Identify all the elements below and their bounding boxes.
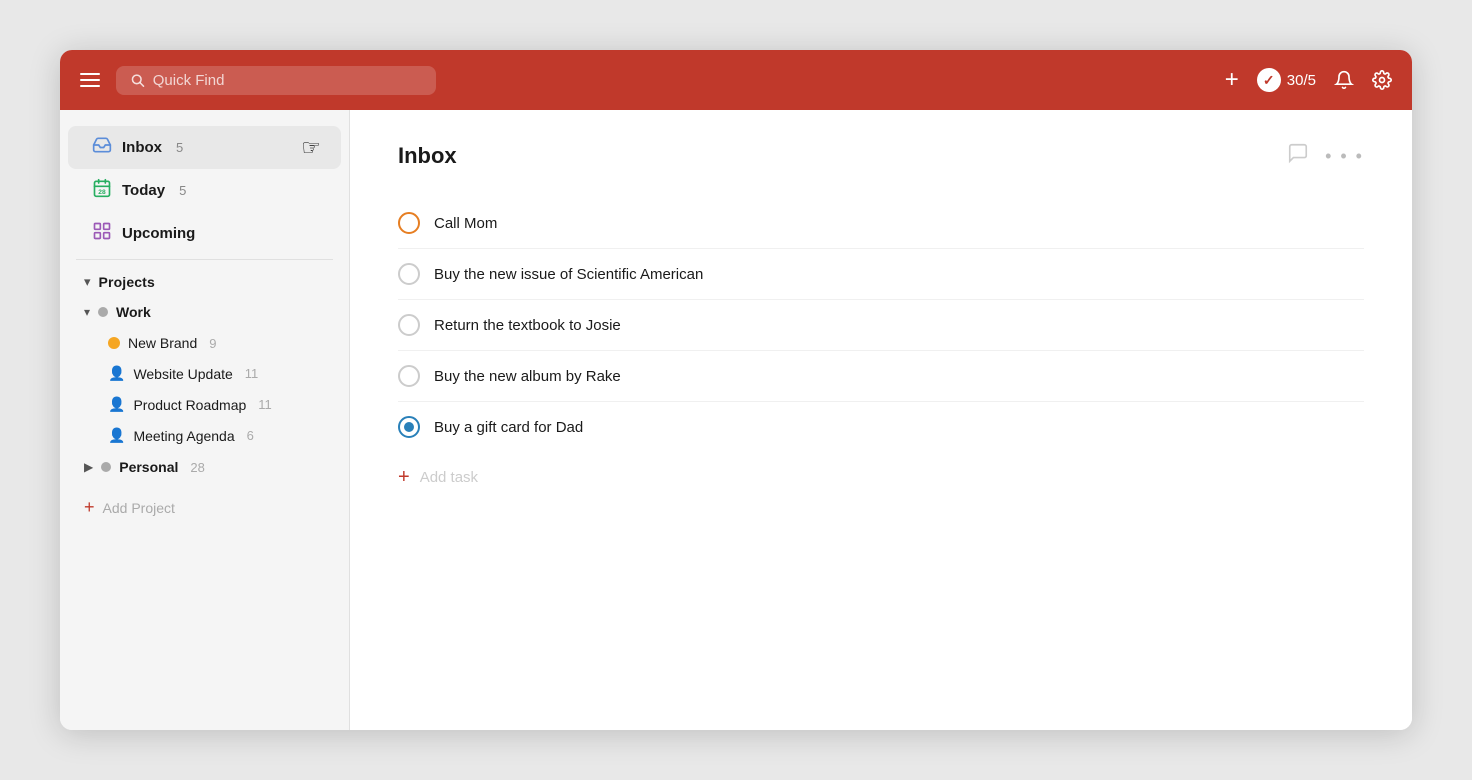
project-group-work: ▾ Work New Brand 9 👤 Website Update 11 bbox=[60, 296, 349, 451]
bell-icon bbox=[1334, 70, 1354, 90]
task-label-buy-album: Buy the new album by Rake bbox=[434, 368, 621, 385]
task-item-call-mom[interactable]: Call Mom bbox=[398, 198, 1364, 249]
main-content: Inbox • • • Call Mom bbox=[350, 110, 1412, 730]
product-roadmap-label: Product Roadmap bbox=[133, 397, 246, 413]
karma-circle-icon: ✓ bbox=[1257, 68, 1281, 92]
task-circle-return-textbook[interactable] bbox=[398, 314, 420, 336]
sidebar-item-upcoming[interactable]: Upcoming bbox=[68, 212, 341, 255]
work-dot-icon bbox=[98, 307, 108, 317]
search-input[interactable] bbox=[153, 72, 422, 89]
today-count: 5 bbox=[179, 183, 186, 198]
add-button[interactable]: + bbox=[1225, 66, 1239, 94]
today-label: Today bbox=[122, 182, 165, 199]
inbox-icon bbox=[92, 135, 112, 160]
task-circle-call-mom[interactable] bbox=[398, 212, 420, 234]
project-item-meeting-agenda[interactable]: 👤 Meeting Agenda 6 bbox=[68, 420, 341, 451]
add-project-label: Add Project bbox=[103, 500, 175, 516]
sidebar: Inbox 5 ☞ 28 Today 5 bbox=[60, 110, 350, 730]
karma-value: 30/5 bbox=[1287, 72, 1316, 89]
ellipsis-icon: • • • bbox=[1325, 146, 1364, 166]
add-task-plus-icon: + bbox=[398, 466, 410, 489]
task-circle-buy-scientific-american[interactable] bbox=[398, 263, 420, 285]
personal-dot-icon bbox=[101, 462, 111, 472]
new-brand-label: New Brand bbox=[128, 335, 197, 351]
page-title: Inbox bbox=[398, 143, 457, 169]
comment-icon bbox=[1287, 142, 1309, 164]
header-actions: + ✓ 30/5 bbox=[1225, 66, 1392, 94]
work-group-header[interactable]: ▾ Work bbox=[68, 296, 341, 328]
personal-label: Personal bbox=[119, 459, 178, 475]
add-task-label: Add task bbox=[420, 469, 478, 486]
project-item-new-brand[interactable]: New Brand 9 bbox=[68, 328, 341, 358]
work-label: Work bbox=[116, 304, 151, 320]
task-circle-buy-album[interactable] bbox=[398, 365, 420, 387]
task-label-buy-gift-card: Buy a gift card for Dad bbox=[434, 419, 583, 436]
upcoming-icon bbox=[92, 221, 112, 246]
project-item-website-update[interactable]: 👤 Website Update 11 bbox=[68, 358, 341, 389]
task-item-buy-gift-card[interactable]: Buy a gift card for Dad bbox=[398, 402, 1364, 452]
website-update-count: 11 bbox=[245, 366, 259, 381]
sidebar-item-today[interactable]: 28 Today 5 bbox=[68, 169, 341, 212]
menu-icon[interactable] bbox=[80, 73, 100, 87]
meeting-agenda-count: 6 bbox=[247, 428, 254, 443]
main-actions: • • • bbox=[1287, 142, 1364, 170]
gear-icon bbox=[1372, 70, 1392, 90]
project-item-product-roadmap[interactable]: 👤 Product Roadmap 11 bbox=[68, 389, 341, 420]
new-brand-count: 9 bbox=[209, 336, 216, 351]
header: + ✓ 30/5 bbox=[60, 50, 1412, 110]
task-list: Call Mom Buy the new issue of Scientific… bbox=[398, 198, 1364, 452]
task-label-call-mom: Call Mom bbox=[434, 215, 497, 232]
projects-header[interactable]: ▾ Projects bbox=[60, 264, 349, 296]
add-project-button[interactable]: + Add Project bbox=[60, 487, 349, 528]
task-item-return-textbook[interactable]: Return the textbook to Josie bbox=[398, 300, 1364, 351]
personal-group-header[interactable]: ▶ Personal 28 bbox=[68, 451, 341, 483]
inbox-label: Inbox bbox=[122, 139, 162, 156]
projects-chevron-icon: ▾ bbox=[84, 274, 91, 290]
task-circle-buy-gift-card[interactable] bbox=[398, 416, 420, 438]
task-label-buy-scientific-american: Buy the new issue of Scientific American bbox=[434, 266, 703, 283]
today-icon: 28 bbox=[92, 178, 112, 203]
upcoming-label: Upcoming bbox=[122, 225, 195, 242]
add-task-button[interactable]: + Add task bbox=[398, 452, 1364, 503]
body: Inbox 5 ☞ 28 Today 5 bbox=[60, 110, 1412, 730]
sidebar-divider bbox=[76, 259, 333, 260]
sidebar-item-inbox[interactable]: Inbox 5 ☞ bbox=[68, 126, 341, 169]
main-header: Inbox • • • bbox=[398, 142, 1364, 170]
product-roadmap-count: 11 bbox=[258, 397, 272, 412]
personal-chevron-icon: ▶ bbox=[84, 460, 93, 474]
website-update-person-icon: 👤 bbox=[108, 365, 125, 382]
svg-text:28: 28 bbox=[98, 189, 106, 196]
notifications-button[interactable] bbox=[1334, 70, 1354, 90]
product-roadmap-person-icon: 👤 bbox=[108, 396, 125, 413]
comment-button[interactable] bbox=[1287, 142, 1309, 170]
search-bar[interactable] bbox=[116, 66, 436, 95]
work-chevron-icon: ▾ bbox=[84, 305, 90, 319]
meeting-agenda-person-icon: 👤 bbox=[108, 427, 125, 444]
personal-count: 28 bbox=[190, 460, 204, 475]
search-icon bbox=[130, 72, 145, 88]
more-options-button[interactable]: • • • bbox=[1325, 146, 1364, 167]
meeting-agenda-label: Meeting Agenda bbox=[133, 428, 234, 444]
task-label-return-textbook: Return the textbook to Josie bbox=[434, 317, 621, 334]
app-window: + ✓ 30/5 bbox=[60, 50, 1412, 730]
project-group-personal: ▶ Personal 28 bbox=[60, 451, 349, 483]
add-project-plus-icon: + bbox=[84, 497, 95, 518]
inbox-count: 5 bbox=[176, 140, 183, 155]
projects-label: Projects bbox=[99, 274, 155, 290]
karma-badge: ✓ 30/5 bbox=[1257, 68, 1316, 92]
task-item-buy-album[interactable]: Buy the new album by Rake bbox=[398, 351, 1364, 402]
cursor-hand-icon: ☞ bbox=[301, 135, 321, 161]
new-brand-dot-icon bbox=[108, 337, 120, 349]
settings-button[interactable] bbox=[1372, 70, 1392, 90]
task-item-buy-scientific-american[interactable]: Buy the new issue of Scientific American bbox=[398, 249, 1364, 300]
website-update-label: Website Update bbox=[133, 366, 232, 382]
